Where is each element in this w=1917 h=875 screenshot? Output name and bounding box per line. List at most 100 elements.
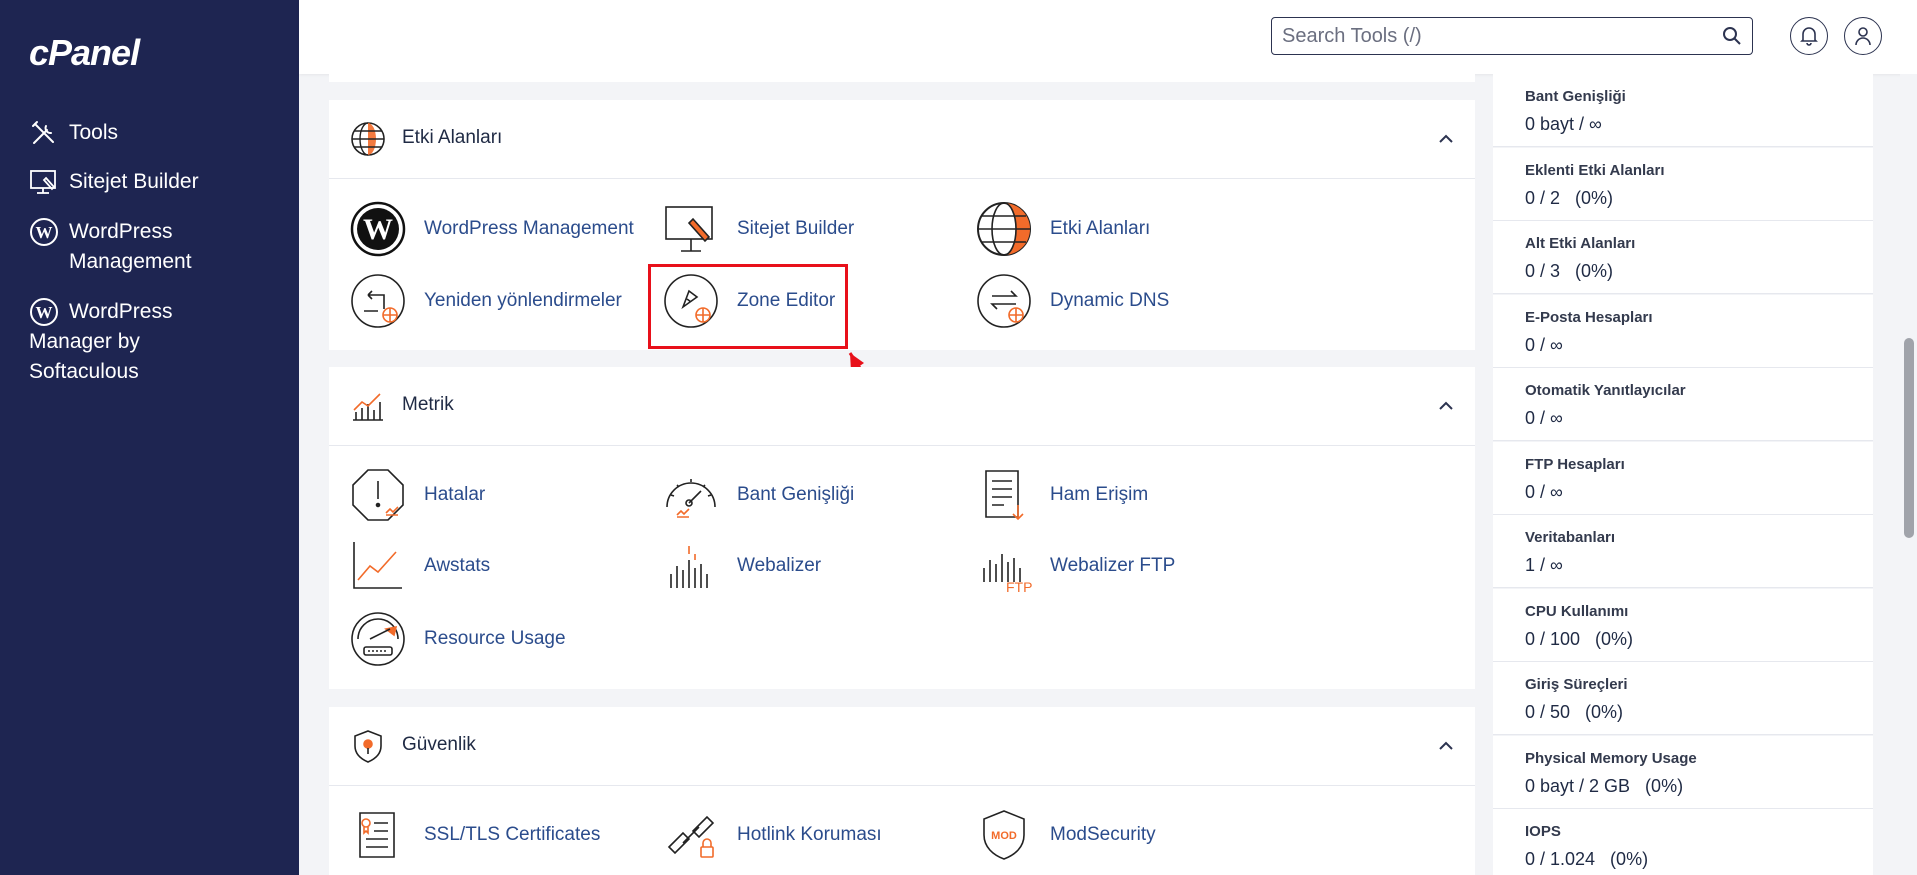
tool-ssl-tls-certificates[interactable]: SSL/TLS Certificates <box>350 807 600 863</box>
user-menu-button[interactable] <box>1844 17 1882 55</box>
search-input[interactable] <box>1280 18 1704 55</box>
scrollbar-thumb[interactable] <box>1904 338 1914 538</box>
stat-label: Bant Genişliği <box>1525 88 1626 105</box>
stat-value: 1 / ∞ <box>1525 555 1563 575</box>
stat-entry-processes: Giriş Süreçleri 0 / 50 (0%) <box>1493 662 1873 735</box>
tool-label: Webalizer <box>737 555 822 576</box>
sidebar-item-wordpress-management[interactable]: W WordPress Management <box>29 217 192 277</box>
dynamic-dns-icon <box>977 274 1031 328</box>
tool-label: Ham Erişim <box>1050 484 1149 505</box>
stat-value: 0 / ∞ <box>1525 408 1563 428</box>
section-header[interactable]: Güvenlik <box>329 707 1475 786</box>
sidebar: cPanel Tools Sitejet Builder W WordPress… <box>0 0 299 875</box>
tool-modsecurity[interactable]: MOD ModSecurity <box>976 807 1156 863</box>
tool-label: Webalizer FTP <box>1050 555 1176 576</box>
stat-iops: IOPS 0 / 1.024 (0%) <box>1493 809 1873 875</box>
tool-label: Dynamic DNS <box>1050 290 1170 311</box>
tool-sitejet-builder[interactable]: Sitejet Builder <box>663 201 854 257</box>
sidebar-item-tools[interactable]: Tools <box>29 118 118 148</box>
svg-text:W: W <box>363 213 393 246</box>
chevron-up-icon[interactable] <box>1437 737 1455 755</box>
sidebar-item-label: Sitejet Builder <box>69 170 199 193</box>
stat-value: 0 / 2 (0%) <box>1525 188 1614 208</box>
sidebar-item-label: Tools <box>69 121 119 144</box>
tool-label: Etki Alanları <box>1050 218 1151 239</box>
tool-webalizer[interactable]: Webalizer <box>663 538 821 594</box>
section-header[interactable]: Metrik <box>329 367 1475 446</box>
chevron-up-icon[interactable] <box>1437 130 1455 148</box>
shield-icon <box>354 730 382 763</box>
tool-awstats[interactable]: Awstats <box>350 538 490 594</box>
tool-wordpress-management[interactable]: W WordPress Management <box>350 201 634 257</box>
error-octagon-icon <box>352 469 404 521</box>
stat-label: Eklenti Etki Alanları <box>1525 162 1665 179</box>
speedometer-icon <box>351 612 405 666</box>
search-icon[interactable] <box>1722 26 1742 46</box>
notifications-button[interactable] <box>1790 17 1828 55</box>
tool-redirects[interactable]: Yeniden yönlendirmeler <box>350 273 622 329</box>
sidebar-item-label: WordPress Management <box>69 220 192 273</box>
wordpress-icon: W <box>350 201 406 257</box>
section-metrics: Metrik Hatalar Bant Genişliği Ham Erişim <box>329 367 1475 689</box>
cpanel-logo[interactable]: cPanel <box>29 32 140 74</box>
tool-label: Sitejet Builder <box>737 218 855 239</box>
tool-errors[interactable]: Hatalar <box>350 467 485 523</box>
svg-text:W: W <box>36 223 53 242</box>
gauge-icon <box>666 479 716 518</box>
mod-shield-icon: MOD <box>983 810 1025 860</box>
ftp-bars-icon: FTP <box>983 554 1032 594</box>
svg-text:FTP: FTP <box>1006 579 1032 594</box>
stat-value: 0 / ∞ <box>1525 335 1563 355</box>
stat-physical-memory: Physical Memory Usage 0 bayt / 2 GB (0%) <box>1493 736 1873 809</box>
tool-label: Bant Genişliği <box>737 484 855 505</box>
wordpress-icon: W <box>30 218 58 246</box>
chevron-up-icon[interactable] <box>1437 397 1455 415</box>
search-box <box>1271 17 1753 55</box>
tool-bandwidth[interactable]: Bant Genişliği <box>663 467 854 523</box>
tool-hotlink-protection[interactable]: Hotlink Koruması <box>663 807 882 863</box>
stat-label: Otomatik Yanıtlayıcılar <box>1525 382 1686 399</box>
tool-domains[interactable]: Etki Alanları <box>976 201 1150 257</box>
stat-databases: Veritabanları 1 / ∞ <box>1493 515 1873 588</box>
stat-addon-domains: Eklenti Etki Alanları 0 / 2 (0%) <box>1493 148 1873 221</box>
line-chart-icon <box>353 542 402 589</box>
stat-value: 0 / 3 (0%) <box>1525 261 1614 281</box>
stat-bandwidth: Bant Genişliği 0 bayt / ∞ <box>1493 74 1873 147</box>
stat-value: 0 / 100 (0%) <box>1525 629 1634 649</box>
tool-dynamic-dns[interactable]: Dynamic DNS <box>976 273 1169 329</box>
chain-link-icon <box>667 815 715 858</box>
stat-autoresponders: Otomatik Yanıtlayıcılar 0 / ∞ <box>1493 368 1873 441</box>
stat-ftp-accounts: FTP Hesapları 0 / ∞ <box>1493 442 1873 515</box>
tool-label: Resource Usage <box>424 628 566 649</box>
stats-panel: Bant Genişliği 0 bayt / ∞ Eklenti Etki A… <box>1493 74 1873 875</box>
tool-raw-access[interactable]: Ham Erişim <box>976 467 1148 523</box>
monitor-icon <box>665 206 713 252</box>
svg-text:MOD: MOD <box>991 830 1017 842</box>
section-header[interactable]: Etki Alanları <box>329 100 1475 179</box>
redirect-icon <box>351 274 405 328</box>
stat-email-accounts: E-Posta Hesapları 0 / ∞ <box>1493 295 1873 368</box>
tool-resource-usage[interactable]: Resource Usage <box>350 611 566 667</box>
stat-subdomains: Alt Etki Alanları 0 / 3 (0%) <box>1493 221 1873 294</box>
tool-webalizer-ftp[interactable]: FTP Webalizer FTP <box>976 538 1175 594</box>
section-title: Metrik <box>402 394 454 415</box>
top-bar <box>299 0 1917 74</box>
tool-label: SSL/TLS Certificates <box>424 824 601 845</box>
section-domains: Etki Alanları W WordPress Management Sit… <box>329 100 1475 350</box>
bell-icon <box>1800 27 1818 46</box>
tool-label: Awstats <box>424 555 491 576</box>
sidebar-item-wordpress-manager-softaculous[interactable]: W WordPress Manager by Softaculous <box>29 297 172 387</box>
certificate-icon <box>359 812 395 858</box>
stat-label: FTP Hesapları <box>1525 456 1625 473</box>
sidebar-item-label: WordPress Manager by Softaculous <box>29 300 173 383</box>
sidebar-item-sitejet-builder[interactable]: Sitejet Builder <box>29 167 199 197</box>
document-download-icon <box>985 470 1024 521</box>
globe-icon <box>977 202 1031 256</box>
stat-value: 0 / 1.024 (0%) <box>1525 849 1649 869</box>
tool-label: Yeniden yönlendirmeler <box>424 290 622 311</box>
globe-icon <box>351 122 385 156</box>
stat-value: 0 / 50 (0%) <box>1525 702 1624 722</box>
stat-label: Giriş Süreçleri <box>1525 676 1628 693</box>
tool-label: WordPress Management <box>424 218 634 239</box>
section-title: Güvenlik <box>402 734 476 755</box>
